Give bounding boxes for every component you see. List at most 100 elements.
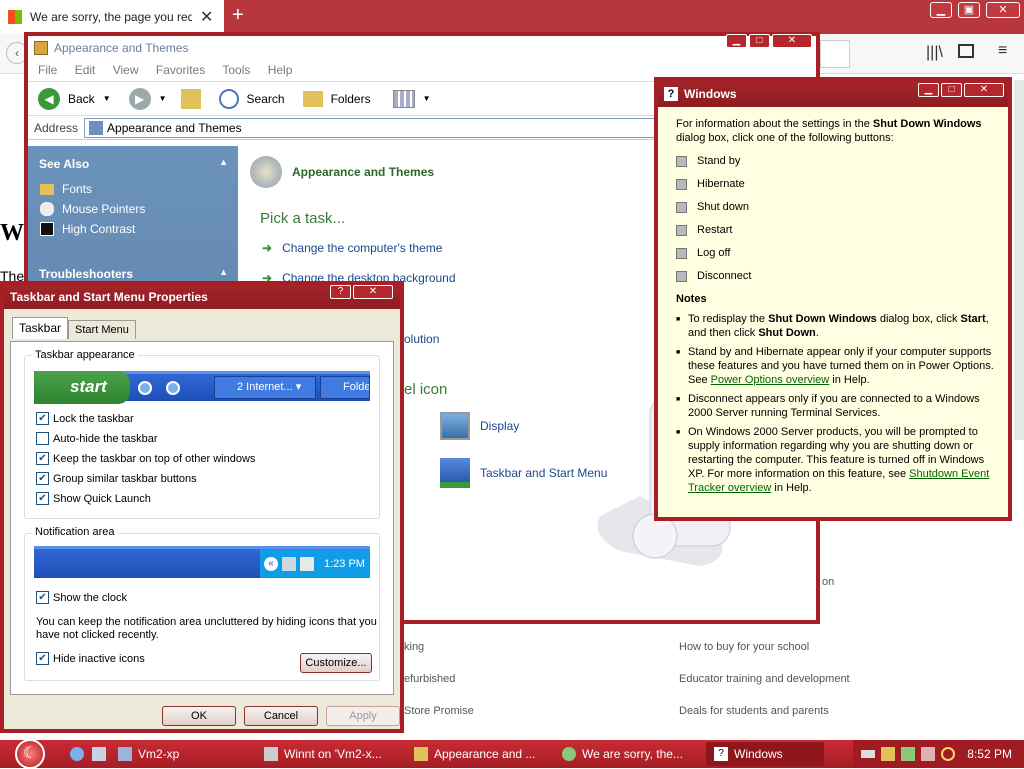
option-button[interactable] bbox=[676, 270, 687, 282]
search-icon[interactable] bbox=[941, 747, 956, 761]
menu-icon[interactable]: ≡ bbox=[998, 42, 1007, 60]
checkbox[interactable]: ✔ bbox=[36, 492, 49, 505]
checkbox[interactable]: ✔ bbox=[36, 452, 49, 465]
quick-launch-checkbox[interactable]: ✔ Show Quick Launch bbox=[36, 492, 255, 505]
option-button[interactable] bbox=[676, 224, 687, 236]
cancel-button[interactable]: Cancel bbox=[244, 706, 318, 726]
taskbar-item[interactable]: Appearance and ... bbox=[406, 742, 554, 766]
menu-tools[interactable]: Tools bbox=[222, 63, 250, 77]
tab-taskbar[interactable]: Taskbar bbox=[12, 317, 69, 339]
task-link-partial[interactable]: olution bbox=[404, 332, 439, 346]
tab-start-menu[interactable]: Start Menu bbox=[68, 320, 136, 339]
checkbox[interactable]: ✔ bbox=[36, 472, 49, 485]
cp-icon-display[interactable]: Display bbox=[440, 412, 519, 440]
option-restart[interactable]: Restart bbox=[676, 223, 994, 237]
collapse-icon[interactable]: ▲ bbox=[219, 157, 228, 171]
hide-inactive-checkbox[interactable]: ✔ Hide inactive icons bbox=[36, 652, 145, 665]
see-also-header[interactable]: See Also ▲ bbox=[28, 146, 238, 179]
close-icon[interactable]: ✕ bbox=[986, 2, 1020, 18]
forward-arrow-icon[interactable]: ▶ bbox=[128, 87, 151, 110]
show-clock-checkbox[interactable]: ✔ Show the clock bbox=[36, 591, 127, 604]
option-stand-by[interactable]: Stand by bbox=[676, 154, 994, 168]
chevron-down-icon[interactable]: ▼ bbox=[159, 94, 167, 103]
menu-help[interactable]: Help bbox=[268, 63, 293, 77]
taskbar-item[interactable]: Vm2-xp bbox=[110, 742, 234, 766]
show-desktop-icon[interactable] bbox=[92, 747, 106, 761]
group-buttons-checkbox[interactable]: ✔ Group similar taskbar buttons bbox=[36, 472, 255, 485]
checkbox[interactable]: ✔ bbox=[36, 652, 49, 665]
help-icon[interactable]: ? bbox=[330, 285, 351, 299]
page-scrollbar[interactable] bbox=[1014, 80, 1024, 440]
maximize-icon[interactable]: □ bbox=[749, 34, 770, 48]
url-bar[interactable] bbox=[820, 40, 850, 68]
window-titlebar[interactable]: Appearance and Themes bbox=[28, 36, 816, 60]
option-button[interactable] bbox=[676, 247, 687, 259]
collapse-icon[interactable]: ▲ bbox=[219, 267, 228, 281]
taskbar-item[interactable]: ? Windows bbox=[706, 742, 824, 766]
lock-taskbar-checkbox[interactable]: ✔ Lock the taskbar bbox=[36, 412, 255, 425]
checkbox[interactable] bbox=[36, 432, 49, 445]
footer-link[interactable]: Deals for students and parents bbox=[679, 705, 829, 717]
option-button[interactable] bbox=[676, 178, 687, 190]
option-hibernate[interactable]: Hibernate bbox=[676, 177, 994, 191]
option-disconnect[interactable]: Disconnect bbox=[676, 269, 994, 283]
task-link[interactable]: ➜ Change the computer's theme bbox=[262, 241, 442, 255]
option-shut-down[interactable]: Shut down bbox=[676, 200, 994, 214]
back-arrow-icon[interactable]: ◀ bbox=[38, 87, 60, 110]
option-button[interactable] bbox=[676, 201, 687, 213]
back-button[interactable]: Back bbox=[68, 92, 95, 106]
see-also-item[interactable]: Fonts bbox=[28, 179, 238, 199]
sidebar-icon[interactable] bbox=[958, 44, 974, 58]
power-options-link[interactable]: Power Options overview bbox=[711, 374, 830, 386]
keep-on-top-checkbox[interactable]: ✔ Keep the taskbar on top of other window… bbox=[36, 452, 255, 465]
library-icon[interactable]: |||\ bbox=[926, 44, 943, 62]
close-icon[interactable]: ✕ bbox=[964, 83, 1004, 97]
ok-button[interactable]: OK bbox=[162, 706, 236, 726]
close-icon[interactable]: ✕ bbox=[353, 285, 393, 299]
maximize-icon[interactable]: ▣ bbox=[958, 2, 980, 18]
footer-link[interactable]: on bbox=[822, 576, 834, 588]
close-icon[interactable]: ✕ bbox=[772, 34, 812, 48]
search-icon[interactable] bbox=[218, 88, 239, 109]
troubleshooters-header[interactable]: Troubleshooters ▲ bbox=[28, 239, 238, 281]
minimize-icon[interactable]: ▁ bbox=[918, 83, 939, 97]
maximize-icon[interactable]: □ bbox=[941, 83, 962, 97]
footer-link[interactable]: How to buy for your school bbox=[679, 641, 809, 653]
footer-link[interactable]: king bbox=[404, 641, 424, 653]
new-tab-icon[interactable]: + bbox=[232, 4, 244, 27]
search-button[interactable]: Search bbox=[247, 92, 285, 106]
menu-file[interactable]: File bbox=[38, 63, 57, 77]
menu-edit[interactable]: Edit bbox=[75, 63, 96, 77]
volume-icon[interactable] bbox=[921, 747, 936, 761]
taskbar-item[interactable]: Winnt on 'Vm2-x... bbox=[256, 742, 406, 766]
see-also-item[interactable]: Mouse Pointers bbox=[28, 199, 238, 219]
checkbox[interactable]: ✔ bbox=[36, 412, 49, 425]
browser-tab[interactable]: We are sorry, the page you requ ✕ bbox=[0, 0, 224, 34]
footer-link[interactable]: Educator training and development bbox=[679, 673, 850, 685]
menu-favorites[interactable]: Favorites bbox=[156, 63, 205, 77]
footer-link[interactable]: efurbished bbox=[404, 673, 455, 685]
views-icon[interactable] bbox=[392, 89, 415, 108]
shield-icon[interactable] bbox=[881, 747, 896, 761]
up-folder-icon[interactable] bbox=[180, 88, 201, 109]
chevron-down-icon[interactable]: ▼ bbox=[103, 94, 111, 103]
close-tab-icon[interactable]: ✕ bbox=[200, 7, 213, 27]
customize-button[interactable]: Customize... bbox=[300, 653, 372, 673]
checkbox[interactable]: ✔ bbox=[36, 591, 49, 604]
auto-hide-checkbox[interactable]: Auto-hide the taskbar bbox=[36, 432, 255, 445]
ie-icon[interactable] bbox=[70, 747, 84, 761]
taskbar-item[interactable]: We are sorry, the... bbox=[554, 742, 706, 766]
taskbar-clock[interactable]: 8:52 PM bbox=[967, 747, 1012, 761]
menu-view[interactable]: View bbox=[113, 63, 139, 77]
option-button[interactable] bbox=[676, 155, 687, 167]
keyboard-icon[interactable] bbox=[861, 750, 876, 758]
see-also-item[interactable]: High Contrast bbox=[28, 219, 238, 239]
minimize-icon[interactable]: ▁ bbox=[930, 2, 952, 18]
folders-button[interactable]: Folders bbox=[331, 92, 371, 106]
network-icon[interactable] bbox=[901, 747, 916, 761]
option-log-off[interactable]: Log off bbox=[676, 246, 994, 260]
folders-icon[interactable] bbox=[302, 90, 323, 107]
apply-button[interactable]: Apply bbox=[326, 706, 400, 726]
minimize-icon[interactable]: ▁ bbox=[726, 34, 747, 48]
chevron-down-icon[interactable]: ▼ bbox=[423, 94, 431, 103]
